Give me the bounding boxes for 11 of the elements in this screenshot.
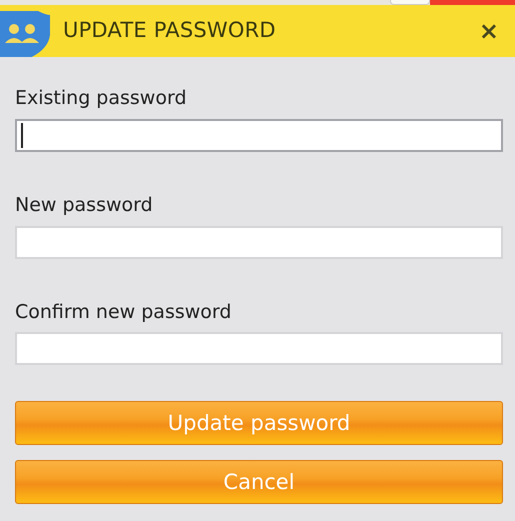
- close-button[interactable]: ×: [474, 19, 503, 43]
- cancel-button[interactable]: Cancel: [15, 460, 503, 504]
- field-label: New password: [15, 194, 154, 217]
- password-field[interactable]: [15, 118, 503, 152]
- password-field[interactable]: [15, 226, 503, 259]
- password-field[interactable]: [15, 332, 503, 366]
- field-label: Confirm new password: [15, 300, 232, 324]
- update-button[interactable]: Update password: [15, 401, 503, 446]
- text-cursor: [21, 122, 23, 148]
- field-label: Existing password: [15, 87, 188, 110]
- window-title: UPDATE PASSWORD: [63, 17, 276, 44]
